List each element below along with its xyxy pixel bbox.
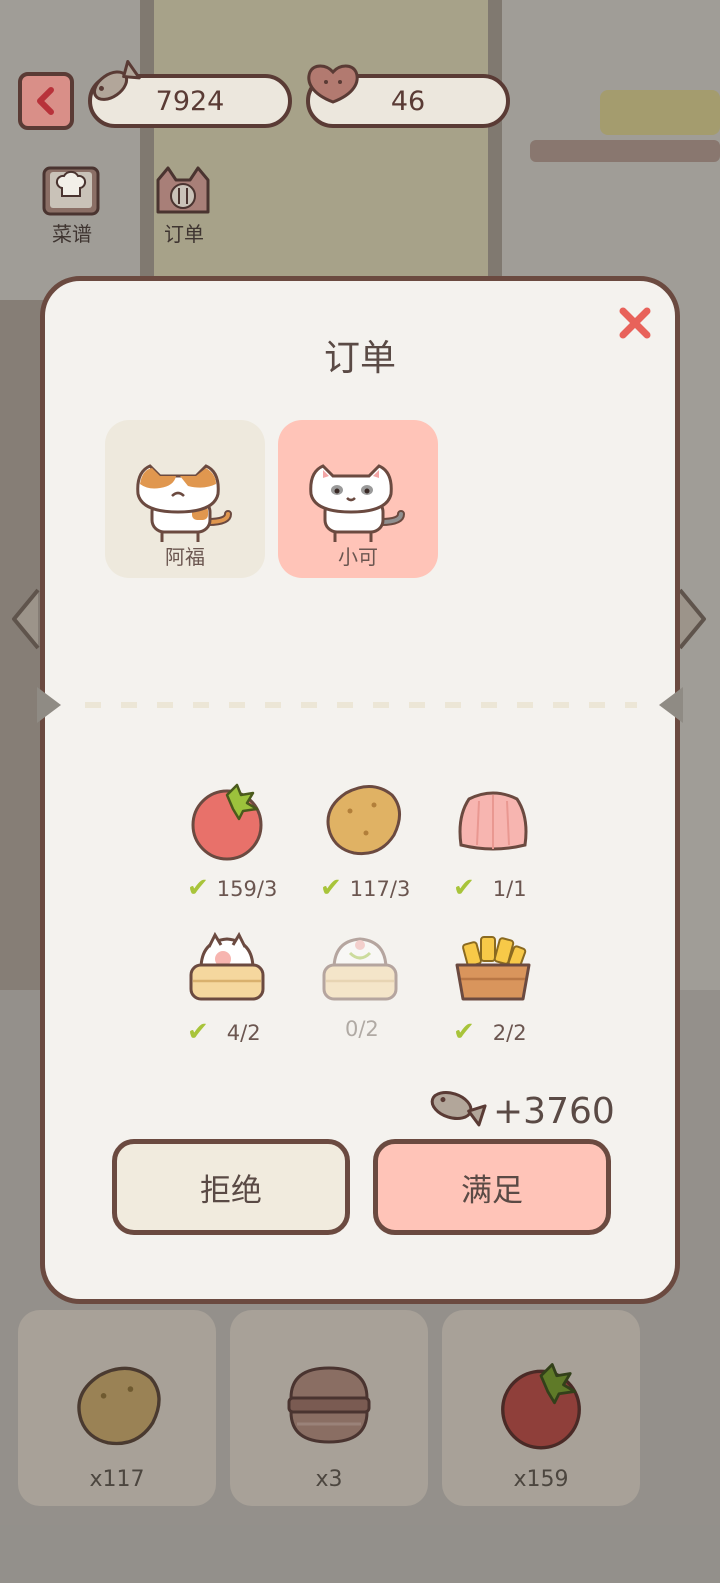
check-icon: ✔	[187, 1017, 209, 1047]
ingredient-count: ✔ 117/3	[320, 873, 411, 903]
potato-icon	[326, 785, 401, 856]
orange-cat-icon	[136, 464, 232, 542]
orders-label: 订单	[164, 222, 204, 246]
fish-currency-value: 7924	[155, 85, 225, 117]
customer-card-afu[interactable]: 阿福	[105, 420, 265, 578]
fish-icon	[430, 1091, 487, 1127]
fish-icon	[93, 59, 141, 101]
inventory-slot[interactable]: x117	[18, 1310, 216, 1506]
customer-name: 阿福	[165, 545, 205, 569]
check-icon: ✔	[320, 873, 342, 903]
inventory-count: x117	[89, 1467, 145, 1492]
burger-icon	[287, 1366, 371, 1444]
check-icon: ✔	[453, 1017, 475, 1047]
ingredient-count: ✔ 4/2	[187, 1017, 261, 1047]
heart-icon	[307, 64, 359, 104]
dumpling-steamer-icon	[322, 937, 398, 1001]
customer-card-xiaoke[interactable]: 小可	[278, 420, 438, 578]
order-dialog: 订单 阿福 小可 ✔ 159/3 ✔ 117/3 ✔ 1/1 ✔ 4/2 0/2…	[37, 276, 683, 1304]
cat-plate-icon	[156, 166, 210, 214]
recipe-book-icon	[42, 166, 100, 216]
potato-icon	[77, 1366, 161, 1446]
inventory-slot[interactable]: x3	[230, 1310, 428, 1506]
customer-name: 小可	[338, 545, 378, 569]
ingredient-count: ✔ 2/2	[453, 1017, 527, 1047]
white-cat-icon	[309, 464, 405, 542]
prev-arrow-icon[interactable]	[8, 586, 42, 652]
tomato-icon	[191, 783, 263, 861]
ingredient-count: ✔ 1/1	[453, 873, 527, 903]
accept-button[interactable]: 满足	[373, 1139, 611, 1235]
reward-amount: +3760	[493, 1091, 615, 1132]
recipes-label: 菜谱	[52, 222, 92, 246]
dashed-divider	[37, 687, 683, 723]
dialog-title: 订单	[323, 338, 396, 379]
check-icon: ✔	[187, 873, 209, 903]
ingredient-count: 0/2	[345, 1017, 379, 1041]
fries-basket-icon	[455, 936, 531, 1001]
close-icon[interactable]	[615, 303, 655, 343]
cat-bun-steamer-icon	[189, 931, 265, 1001]
back-button[interactable]	[18, 72, 74, 130]
ingredient-count: ✔ 159/3	[187, 873, 278, 903]
chevron-left-icon	[37, 87, 54, 115]
inventory-count: x159	[513, 1467, 569, 1492]
next-arrow-icon[interactable]	[676, 586, 710, 652]
tomato-icon	[501, 1363, 581, 1450]
inventory-slot[interactable]: x159	[442, 1310, 640, 1506]
orders-button[interactable]: 订单	[146, 160, 222, 246]
recipes-button[interactable]: 菜谱	[34, 160, 110, 246]
jelly-icon	[458, 791, 528, 851]
heart-value: 46	[390, 85, 426, 117]
reject-button[interactable]: 拒绝	[112, 1139, 350, 1235]
check-icon: ✔	[453, 873, 475, 903]
inventory-count: x3	[315, 1467, 343, 1492]
